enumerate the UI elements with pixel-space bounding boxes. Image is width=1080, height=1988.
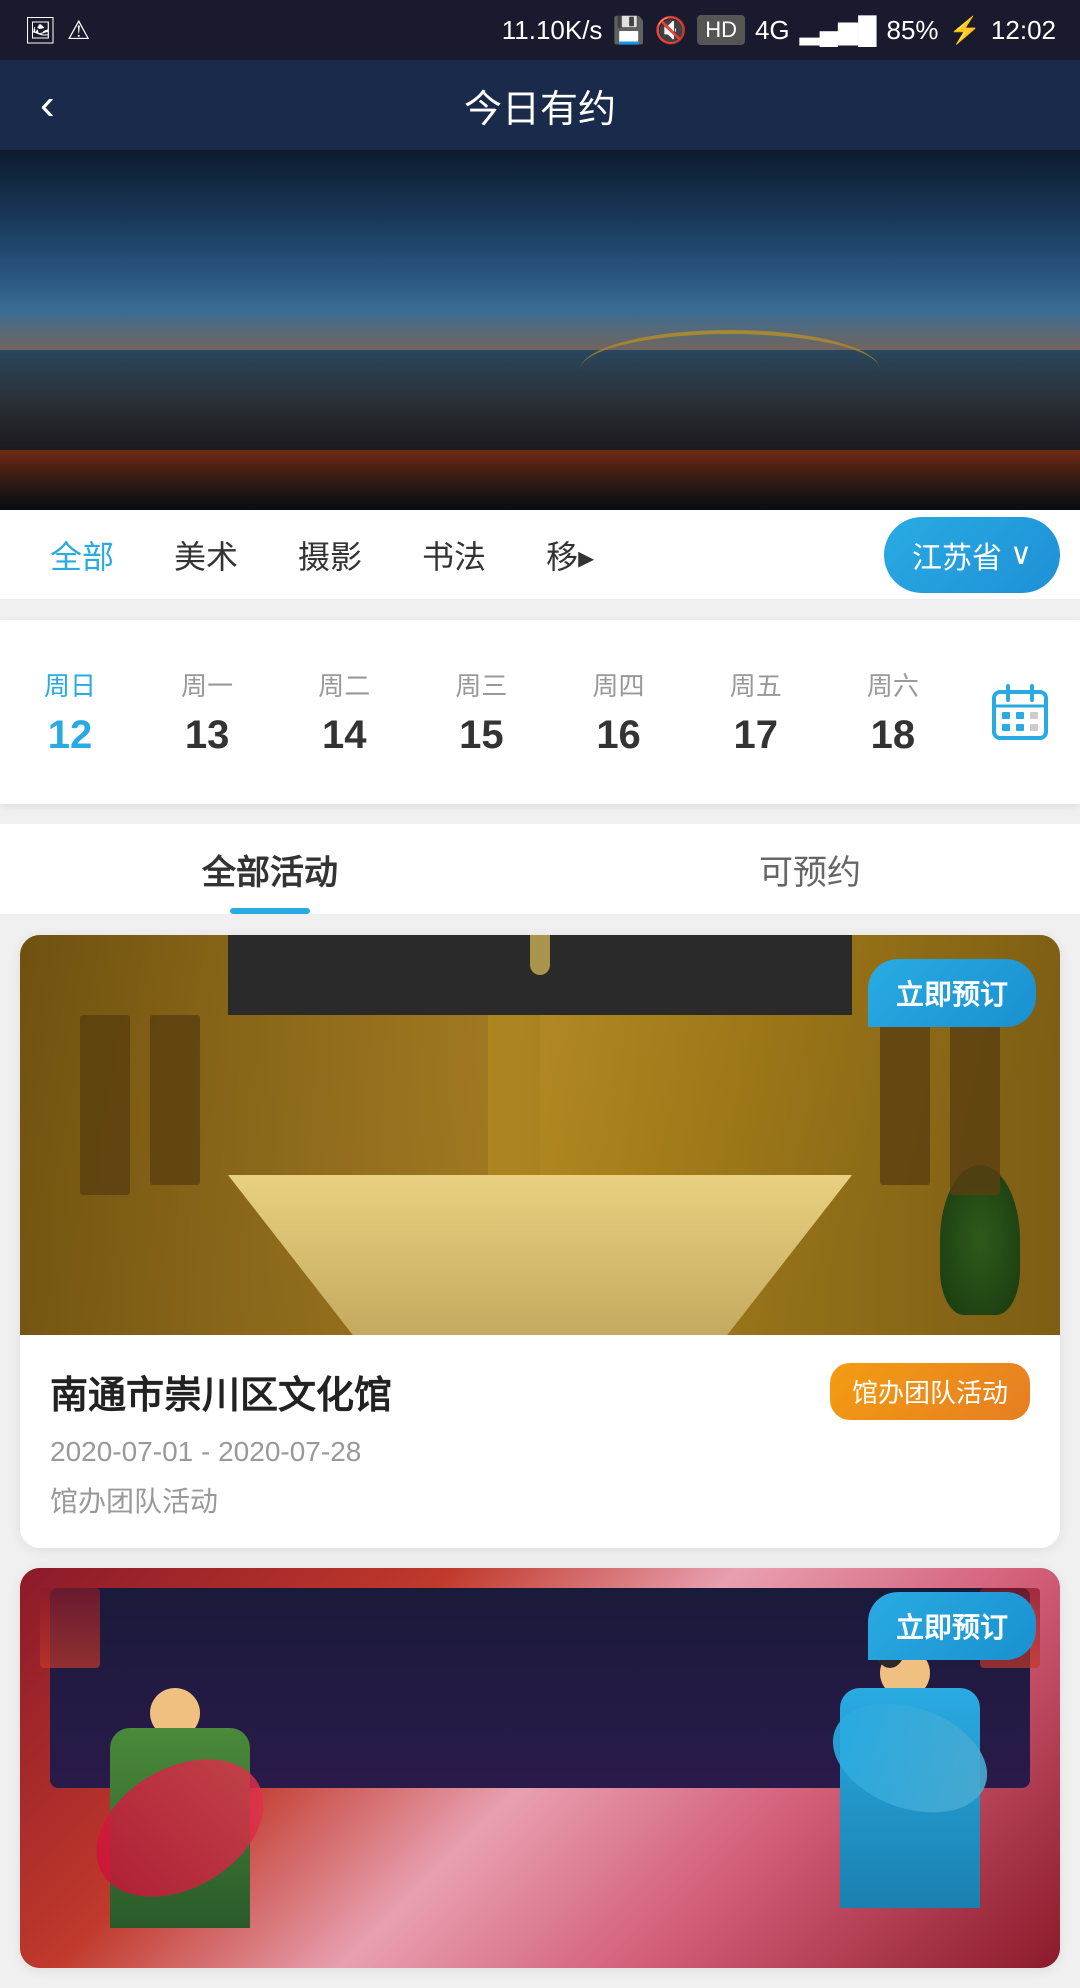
dancer-right xyxy=(820,1648,1000,1968)
side-decoration-left xyxy=(40,1588,100,1668)
card-type-badge-1: 馆办团队活动 xyxy=(830,1363,1030,1420)
calendar-strip: 周日 12 周一 13 周二 14 周三 15 周四 16 周五 17 周六 1… xyxy=(0,620,1080,804)
card-image-container-1: 立即预订 xyxy=(20,935,1060,1335)
category-tab-all[interactable]: 全部 xyxy=(20,510,144,600)
card-date-1: 2020-07-01 - 2020-07-28 xyxy=(50,1436,1030,1468)
warning-icon: ⚠ xyxy=(67,15,90,46)
day-label-6: 周六 xyxy=(867,666,919,703)
category-tab-art[interactable]: 美术 xyxy=(144,510,268,600)
ceiling-light xyxy=(530,935,550,975)
card-tag-1: 馆办团队活动 xyxy=(50,1480,1030,1520)
category-tab-calligraphy[interactable]: 书法 xyxy=(392,510,516,600)
day-label-1: 周一 xyxy=(181,666,233,703)
door-2 xyxy=(150,1015,200,1185)
back-button[interactable]: ‹ xyxy=(40,80,55,130)
day-item-1[interactable]: 周一 13 xyxy=(157,650,257,774)
day-number-2: 14 xyxy=(322,713,367,758)
tab-bookable-label: 可预约 xyxy=(759,845,861,894)
storage-icon: 💾 xyxy=(612,15,644,46)
day-number-5: 17 xyxy=(733,713,778,758)
activity-card-2[interactable]: 立即预订 xyxy=(20,1568,1060,1968)
speed-indicator: 11.10K/s xyxy=(502,15,603,46)
category-bar: 全部 美术 摄影 书法 移▸ 江苏省 ∨ xyxy=(0,510,1080,600)
day-number-6: 18 xyxy=(871,713,916,758)
activity-card-1[interactable]: 立即预订 南通市崇川区文化馆 馆办团队活动 2020-07-01 - 2020-… xyxy=(20,935,1060,1548)
page-header: ‹ 今日有约 xyxy=(0,60,1080,150)
status-bar: 🖼 ⚠ 11.10K/s 💾 🔇 HD 4G ▂▄▆█ 85% ⚡ 12:02 xyxy=(0,0,1080,60)
day-number-1: 13 xyxy=(185,713,230,758)
dancer-left xyxy=(100,1668,260,1968)
image-icon: 🖼 xyxy=(24,15,57,46)
day-item-4[interactable]: 周四 16 xyxy=(569,650,669,774)
activity-tabs: 全部活动 可预约 xyxy=(0,824,1080,915)
card-image-container-2: 立即预订 xyxy=(20,1568,1060,1968)
card-title-1: 南通市崇川区文化馆 xyxy=(50,1364,392,1419)
calendar-picker-icon[interactable] xyxy=(980,672,1060,752)
tab-all-label: 全部活动 xyxy=(202,845,338,894)
book-badge-2[interactable]: 立即预订 xyxy=(868,1592,1036,1660)
card-title-row-1: 南通市崇川区文化馆 馆办团队活动 xyxy=(50,1363,1030,1420)
day-label-0: 周日 xyxy=(44,666,96,703)
tab-bookable[interactable]: 可预约 xyxy=(540,824,1080,914)
day-label-3: 周三 xyxy=(455,666,507,703)
hero-banner xyxy=(0,150,1080,510)
category-tab-more[interactable]: 移▸ xyxy=(516,510,624,600)
day-item-0[interactable]: 周日 12 xyxy=(20,650,120,774)
door-4 xyxy=(880,1015,930,1185)
day-item-3[interactable]: 周三 15 xyxy=(431,650,531,774)
mute-icon: 🔇 xyxy=(655,15,687,46)
status-left: 🖼 ⚠ xyxy=(24,15,90,46)
day-number-0: 12 xyxy=(48,713,93,758)
door-1 xyxy=(80,1015,130,1195)
card-info-1: 南通市崇川区文化馆 馆办团队活动 2020-07-01 - 2020-07-28… xyxy=(20,1335,1060,1548)
category-tab-photo[interactable]: 摄影 xyxy=(268,510,392,600)
charging-icon: ⚡ xyxy=(949,15,981,46)
day-label-2: 周二 xyxy=(318,666,370,703)
day-item-2[interactable]: 周二 14 xyxy=(294,650,394,774)
province-selector-button[interactable]: 江苏省 ∨ xyxy=(884,517,1060,593)
time-display: 12:02 xyxy=(991,15,1056,46)
day-label-4: 周四 xyxy=(593,666,645,703)
book-badge-1[interactable]: 立即预订 xyxy=(868,959,1036,1027)
activity-list: 立即预订 南通市崇川区文化馆 馆办团队活动 2020-07-01 - 2020-… xyxy=(0,915,1080,1988)
battery-indicator: 85% xyxy=(887,15,939,46)
day-item-5[interactable]: 周五 17 xyxy=(706,650,806,774)
category-tabs: 全部 美术 摄影 书法 移▸ xyxy=(20,510,874,600)
day-item-6[interactable]: 周六 18 xyxy=(843,650,943,774)
day-number-3: 15 xyxy=(459,713,504,758)
hd-badge: HD xyxy=(697,15,745,45)
day-label-5: 周五 xyxy=(730,666,782,703)
tab-all-activities[interactable]: 全部活动 xyxy=(0,824,540,914)
hero-overlay xyxy=(0,310,1080,510)
page-title: 今日有约 xyxy=(464,78,616,133)
province-label: 江苏省 xyxy=(912,533,1002,577)
door-3 xyxy=(950,1015,1000,1195)
status-right: 11.10K/s 💾 🔇 HD 4G ▂▄▆█ 85% ⚡ 12:02 xyxy=(502,15,1056,46)
network-icon: 4G xyxy=(755,15,790,46)
chevron-down-icon: ∨ xyxy=(1010,537,1032,572)
day-number-4: 16 xyxy=(596,713,641,758)
signal-icon: ▂▄▆█ xyxy=(800,15,877,46)
